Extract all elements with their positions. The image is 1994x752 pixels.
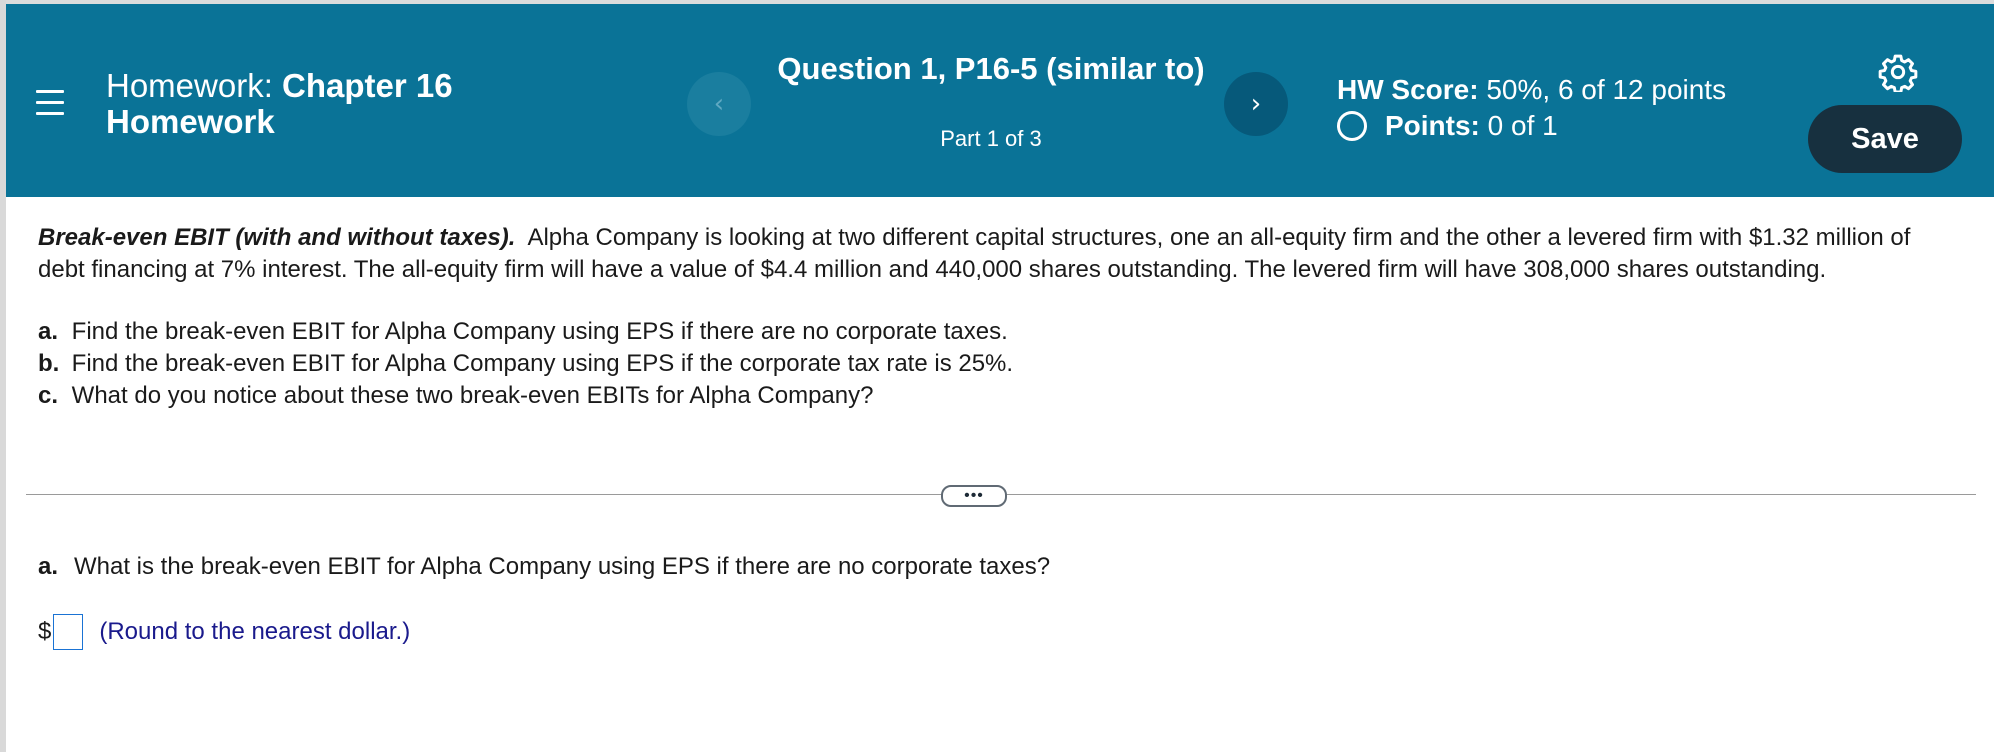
question-points: Points: 0 of 1 (1337, 110, 1558, 142)
answer-input[interactable] (53, 614, 84, 650)
gear-icon[interactable] (1878, 52, 1918, 92)
expand-more-button[interactable]: ••• (941, 485, 1007, 507)
list-item: b. Find the break-even EBIT for Alpha Co… (38, 348, 1958, 380)
list-item: a. Find the break-even EBIT for Alpha Co… (38, 316, 1958, 348)
previous-question-button[interactable]: ‹ (687, 72, 751, 136)
part-letter: b. (38, 350, 60, 377)
hw-score-value: 50%, 6 of 12 points (1486, 74, 1727, 105)
chevron-right-icon: › (1250, 89, 1262, 119)
problem-statement: Break-even EBIT (with and without taxes)… (38, 222, 1958, 412)
question-title: Question 1, P16-5 (similar to) (777, 51, 1205, 86)
problem-lead: Break-even EBIT (with and without taxes)… (38, 224, 516, 251)
question-letter: a. (38, 553, 59, 580)
part-label: Part 1 of 3 (940, 126, 1042, 151)
part-text: Find the break-even EBIT for Alpha Compa… (71, 318, 1008, 345)
next-question-button[interactable]: › (1224, 72, 1288, 136)
homework-name-line2: Homework (106, 103, 275, 140)
save-button[interactable]: Save (1808, 105, 1962, 173)
current-question: a. What is the break-even EBIT for Alpha … (38, 553, 1050, 581)
points-label: Points: (1385, 110, 1480, 141)
homework-name-line1: Chapter 16 (282, 67, 453, 104)
problem-parts: a. Find the break-even EBIT for Alpha Co… (38, 316, 1958, 412)
chevron-left-icon: ‹ (713, 89, 725, 119)
menu-icon[interactable] (36, 90, 64, 118)
homework-title: Homework: Chapter 16 Homework (106, 68, 453, 140)
problem-intro: Break-even EBIT (with and without taxes)… (38, 222, 1958, 286)
answer-row: $ (Round to the nearest dollar.) (38, 614, 410, 650)
question-text: What is the break-even EBIT for Alpha Co… (74, 553, 1051, 580)
list-item: c. What do you notice about these two br… (38, 380, 1958, 412)
currency-symbol: $ (38, 618, 52, 645)
points-value: 0 of 1 (1487, 110, 1558, 141)
part-text: What do you notice about these two break… (71, 382, 874, 409)
rounding-hint: (Round to the nearest dollar.) (99, 618, 411, 645)
circle-icon (1337, 111, 1367, 141)
hw-score-label: HW Score: (1337, 74, 1479, 105)
part-text: Find the break-even EBIT for Alpha Compa… (71, 350, 1014, 377)
part-letter: a. (38, 318, 59, 345)
homework-prefix: Homework: (106, 67, 273, 104)
part-letter: c. (38, 382, 59, 409)
header-bar: Homework: Chapter 16 Homework ‹ Question… (6, 4, 1994, 197)
hw-score: HW Score: 50%, 6 of 12 points (1337, 74, 1726, 106)
